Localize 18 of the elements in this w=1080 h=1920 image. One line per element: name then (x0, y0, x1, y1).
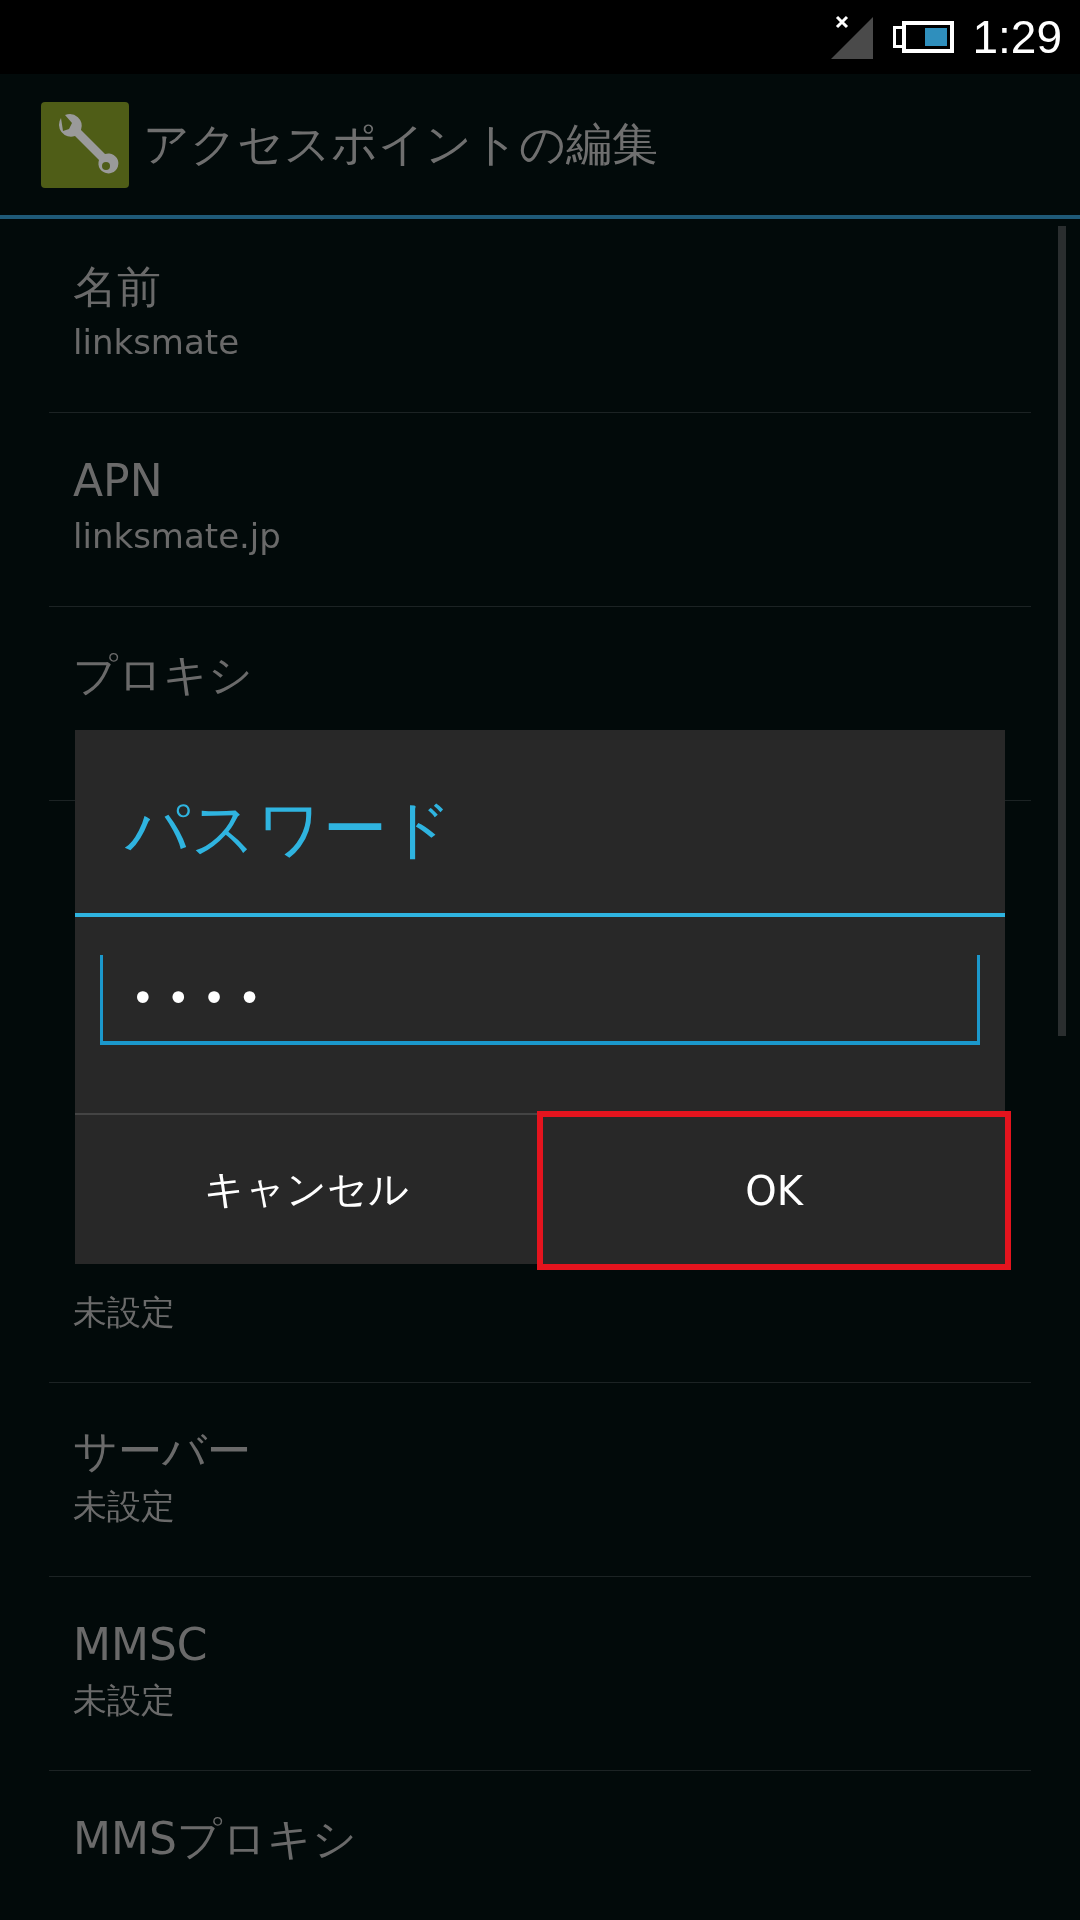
setting-title[interactable]: サーバー (73, 1421, 1031, 1481)
screen-title: アクセスポイントの編集 (143, 115, 658, 173)
battery-icon (893, 21, 955, 53)
setting-value: 未設定 (73, 1291, 176, 1334)
setting-title[interactable]: プロキシ (73, 645, 1031, 705)
setting-value: linksmate.jp (73, 515, 282, 558)
password-field[interactable]: •••• (100, 955, 980, 1045)
setting-title[interactable]: 名前 (73, 257, 1031, 317)
dialog-button[interactable]: OK (537, 1111, 1011, 1270)
clock-time: 1:29 (972, 10, 1062, 64)
setting-title[interactable]: MMSC (73, 1615, 1031, 1675)
setting-title[interactable]: APN (73, 451, 1031, 511)
wrench-icon (41, 101, 129, 188)
setting-value: 未設定 (73, 1679, 176, 1722)
dialog-title: パスワード (75, 730, 1005, 917)
setting-value: 未設定 (73, 1485, 176, 1528)
setting-value: linksmate (73, 321, 241, 364)
setting-title[interactable]: MMSプロキシ (73, 1809, 1031, 1869)
